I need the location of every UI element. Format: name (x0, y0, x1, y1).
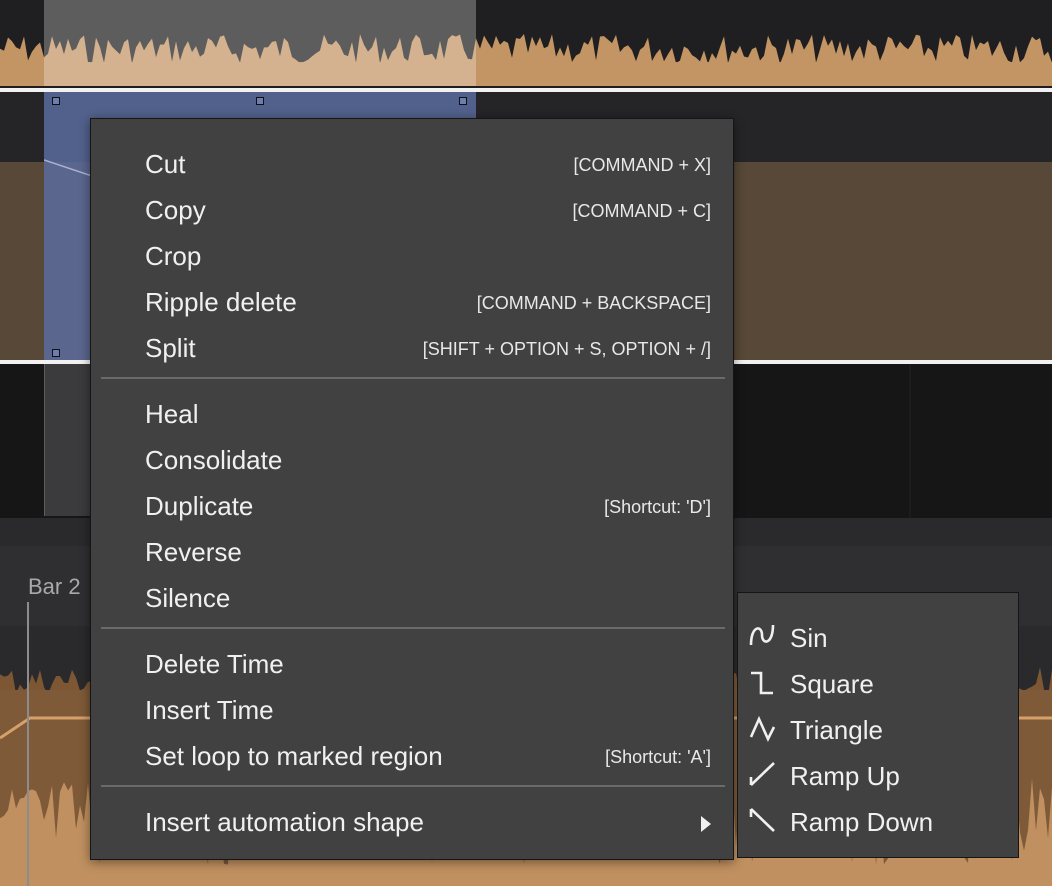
submenu-item-ramp-up[interactable]: Ramp Up (738, 751, 1018, 797)
menu-item-label: Delete Time (145, 649, 284, 679)
menu-item-shortcut: [COMMAND + X] (573, 155, 711, 175)
menu-item-label: Heal (145, 399, 199, 429)
menu-item-label: Crop (145, 241, 202, 271)
submenu-item-ramp-down[interactable]: Ramp Down (738, 797, 1018, 843)
submenu-item-label: Sin (790, 623, 828, 653)
triangle-wave-icon (749, 715, 776, 743)
menu-item-label: Set loop to marked region (145, 741, 443, 771)
menu-item-reverse[interactable]: Reverse (91, 529, 733, 575)
menu-separator (101, 627, 725, 629)
selection-handle[interactable] (459, 97, 467, 105)
menu-item-consolidate[interactable]: Consolidate (91, 437, 733, 483)
menu-item-set-loop-to-marked-region[interactable]: Set loop to marked region [Shortcut: 'A'] (91, 733, 733, 779)
submenu-arrow-icon (701, 816, 711, 832)
ramp-up-icon (749, 762, 775, 786)
submenu-item-label: Triangle (790, 715, 883, 745)
menu-item-insert-time[interactable]: Insert Time (91, 687, 733, 733)
selection-handle[interactable] (256, 97, 264, 105)
menu-item-heal[interactable]: Heal (91, 391, 733, 437)
menu-item-shortcut: [Shortcut: 'A'] (605, 747, 711, 767)
menu-item-copy[interactable]: Copy [COMMAND + C] (91, 187, 733, 233)
menu-item-label: Copy (145, 195, 206, 225)
menu-item-insert-automation-shape[interactable]: Insert automation shape (91, 799, 733, 845)
submenu-item-triangle[interactable]: Triangle (738, 705, 1018, 751)
menu-item-silence[interactable]: Silence (91, 575, 733, 621)
submenu-item-label: Square (790, 669, 874, 699)
menu-item-label: Insert Time (145, 695, 274, 725)
menu-item-shortcut: [COMMAND + C] (572, 201, 711, 221)
menu-item-label: Insert automation shape (145, 807, 424, 837)
menu-item-shortcut: [COMMAND + BACKSPACE] (476, 293, 711, 313)
ruler-bar-label: Bar 2 (28, 574, 81, 599)
selection-handle[interactable] (52, 97, 60, 105)
context-menu: Cut [COMMAND + X] Copy [COMMAND + C] Crop Rip… (90, 118, 734, 860)
menu-item-label: Reverse (145, 537, 242, 567)
audio-track-top[interactable] (0, 0, 1052, 86)
menu-item-label: Duplicate (145, 491, 254, 521)
submenu-item-square[interactable]: Square (738, 659, 1018, 705)
menu-item-delete-time[interactable]: Delete Time (91, 641, 733, 687)
menu-item-ripple-delete[interactable]: Ripple delete [COMMAND + BACKSPACE] (91, 279, 733, 325)
menu-item-cut[interactable]: Cut [COMMAND + X] (91, 141, 733, 187)
menu-item-label: Cut (145, 149, 186, 179)
ramp-down-icon (749, 808, 775, 832)
menu-item-label: Silence (145, 583, 231, 613)
sine-wave-icon (749, 624, 775, 646)
submenu-item-sin[interactable]: Sin (738, 613, 1018, 659)
menu-item-shortcut: [SHIFT + OPTION + S, OPTION + /] (422, 339, 711, 359)
menu-item-label: Split (145, 333, 196, 363)
menu-item-duplicate[interactable]: Duplicate [Shortcut: 'D'] (91, 483, 733, 529)
menu-item-label: Consolidate (145, 445, 283, 475)
submenu-item-label: Ramp Up (790, 761, 900, 791)
menu-item-shortcut: [Shortcut: 'D'] (604, 497, 711, 517)
menu-item-split[interactable]: Split [SHIFT + OPTION + S, OPTION + /] (91, 325, 733, 371)
playhead-marker (27, 602, 29, 886)
menu-item-crop[interactable]: Crop (91, 233, 733, 279)
menu-item-label: Ripple delete (145, 287, 297, 317)
submenu-item-label: Ramp Down (790, 807, 934, 837)
menu-separator (101, 785, 725, 787)
automation-shape-submenu: Sin Square Triangle Ramp Up Ramp Down (737, 592, 1019, 858)
menu-separator (101, 377, 725, 379)
selection-highlight-top (44, 0, 476, 86)
selection-handle[interactable] (52, 349, 60, 357)
square-wave-icon (751, 671, 773, 695)
